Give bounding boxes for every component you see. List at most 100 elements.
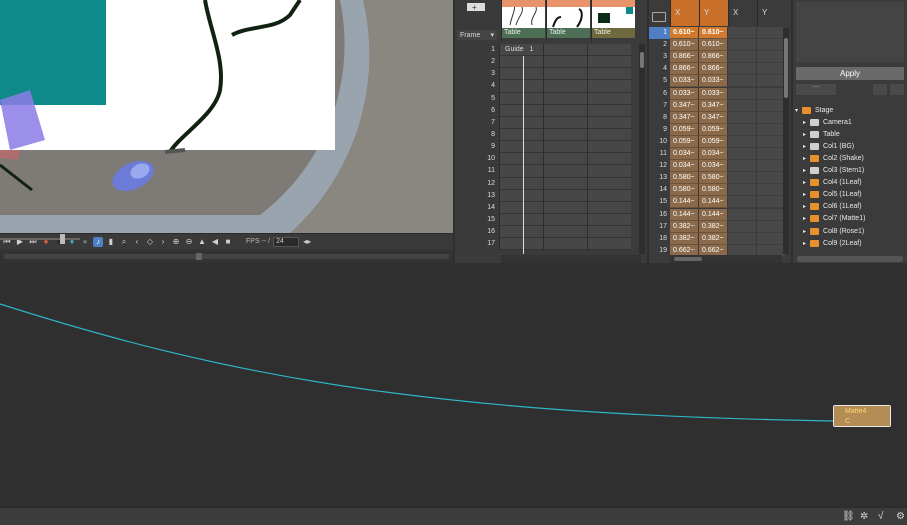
expand-right-icon[interactable]: ▸ <box>803 155 806 162</box>
tree-item[interactable]: ▸ Col8 (Rose1) <box>803 225 864 237</box>
function-row[interactable]: 15 0.144~ 0.144~ <box>649 196 791 209</box>
xsheet-cell[interactable] <box>543 56 587 69</box>
empty-cell[interactable] <box>728 208 757 221</box>
xsheet-column-1[interactable]: Table <box>501 0 545 42</box>
x-value-cell[interactable]: 0.034~ <box>670 148 699 161</box>
viewer-scrollbar[interactable] <box>0 250 453 263</box>
empty-cell[interactable] <box>757 39 786 52</box>
empty-cell[interactable] <box>757 75 786 88</box>
empty-cell[interactable] <box>728 148 757 161</box>
empty-cell[interactable] <box>728 172 757 185</box>
fsheet-vscroll[interactable] <box>783 28 789 254</box>
tree-item[interactable]: ▸ Col3 (Stem1) <box>803 165 864 177</box>
xsheet-cell[interactable] <box>587 92 631 105</box>
frame-row[interactable]: 9 <box>455 141 647 154</box>
frame-row[interactable]: 11 <box>455 165 647 178</box>
expand-right-icon[interactable]: ▸ <box>803 167 806 174</box>
function-row[interactable]: 6 0.033~ 0.033~ <box>649 87 791 100</box>
xsheet-cell[interactable] <box>543 226 587 239</box>
xsheet-cell[interactable] <box>543 141 587 154</box>
xsheet-cell[interactable] <box>543 44 587 57</box>
y-value-cell[interactable]: 0.610~ <box>699 39 728 52</box>
frame-row[interactable]: 17 <box>455 238 647 251</box>
sound-icon[interactable]: ♪ <box>93 236 103 247</box>
frame-row[interactable]: 13 <box>455 189 647 202</box>
xsheet-cell[interactable] <box>543 92 587 105</box>
xsheet-cell[interactable] <box>543 238 587 251</box>
level-meter-icon[interactable]: ▮ <box>106 237 116 247</box>
function-row[interactable]: 7 0.347~ 0.347~ <box>649 99 791 112</box>
stop-icon[interactable]: ■ <box>223 237 233 247</box>
empty-cell[interactable] <box>728 184 757 197</box>
function-row[interactable]: 12 0.034~ 0.034~ <box>649 160 791 173</box>
empty-cell[interactable] <box>728 220 757 233</box>
empty-cell[interactable] <box>757 172 786 185</box>
function-row[interactable]: 5 0.033~ 0.033~ <box>649 75 791 88</box>
tree-hscroll[interactable] <box>797 256 903 262</box>
fps-stepper-icon[interactable]: ◂▸ <box>302 237 312 247</box>
x-value-cell[interactable]: 0.382~ <box>670 232 699 245</box>
empty-cell[interactable] <box>728 123 757 136</box>
viewer-canvas[interactable] <box>0 0 453 233</box>
y-value-cell[interactable]: 0.610~ <box>699 27 728 40</box>
function-column-header[interactable]: X <box>670 0 699 26</box>
tree-item[interactable]: ▸ Col9 (2Leaf) <box>803 237 862 249</box>
y-value-cell[interactable]: 0.033~ <box>699 75 728 88</box>
xsheet-cell[interactable] <box>499 68 543 81</box>
expand-right-icon[interactable]: ▸ <box>803 119 806 126</box>
xsheet-cell[interactable] <box>543 116 587 129</box>
expand-right-icon[interactable]: ▸ <box>803 179 806 186</box>
frame-row[interactable]: 5 <box>455 92 647 105</box>
x-value-cell[interactable]: 0.347~ <box>670 99 699 112</box>
xsheet-column-3[interactable]: Table <box>591 0 635 42</box>
xsheet-hscroll[interactable] <box>501 255 641 263</box>
xsheet-cell[interactable] <box>587 44 631 57</box>
empty-cell[interactable] <box>757 99 786 112</box>
x-value-cell[interactable]: 0.144~ <box>670 208 699 221</box>
function-row[interactable]: 3 0.866~ 0.866~ <box>649 51 791 64</box>
function-row[interactable]: 17 0.382~ 0.382~ <box>649 220 791 233</box>
tree-item[interactable]: ▸ Table <box>803 128 840 140</box>
xsheet-cell[interactable] <box>587 104 631 117</box>
xsheet-cell[interactable] <box>499 177 543 190</box>
expression-field[interactable] <box>796 2 904 62</box>
xsheet-cell[interactable] <box>543 201 587 214</box>
zoom-in-icon[interactable]: ⊕ <box>171 237 181 247</box>
empty-cell[interactable] <box>757 220 786 233</box>
xsheet-cell[interactable] <box>543 104 587 117</box>
fsheet-hscroll[interactable] <box>670 255 782 263</box>
key-icon[interactable]: ◇ <box>145 237 155 247</box>
xsheet-cell[interactable] <box>587 189 631 202</box>
gray-bg-icon[interactable]: ● <box>80 237 90 247</box>
function-column-header[interactable]: X <box>728 0 757 26</box>
empty-cell[interactable] <box>757 123 786 136</box>
tree-item[interactable]: ▸ Col1 (BG) <box>803 140 854 152</box>
xsheet-cell[interactable] <box>587 68 631 81</box>
x-value-cell[interactable]: 0.866~ <box>670 51 699 64</box>
empty-cell[interactable] <box>757 111 786 124</box>
empty-cell[interactable] <box>728 51 757 64</box>
x-value-cell[interactable]: 0.580~ <box>670 172 699 185</box>
settings-icon[interactable]: ⚙ <box>896 511 905 522</box>
xsheet-cell[interactable] <box>499 201 543 214</box>
empty-cell[interactable] <box>757 196 786 209</box>
xsheet-cell[interactable] <box>587 165 631 178</box>
frame-row[interactable]: 12 <box>455 177 647 190</box>
unlink-icon[interactable] <box>890 84 904 95</box>
expand-right-icon[interactable]: ▸ <box>803 143 806 150</box>
function-row[interactable]: 10 0.059~ 0.059~ <box>649 135 791 148</box>
tree-item[interactable]: ▸ Col7 (Matte1) <box>803 213 865 225</box>
frame-row[interactable]: 6 <box>455 104 647 117</box>
expand-down-icon[interactable]: ▾ <box>795 107 798 114</box>
frame-row[interactable]: 2 <box>455 56 647 69</box>
expand-right-icon[interactable]: ▸ <box>803 215 806 222</box>
empty-cell[interactable] <box>757 184 786 197</box>
xsheet-cell[interactable] <box>499 153 543 166</box>
xsheet-cell[interactable] <box>543 80 587 93</box>
x-value-cell[interactable]: 0.059~ <box>670 123 699 136</box>
xsheet-cell[interactable] <box>587 226 631 239</box>
y-value-cell[interactable]: 0.347~ <box>699 111 728 124</box>
xsheet-cell[interactable] <box>499 189 543 202</box>
y-value-cell[interactable]: 0.059~ <box>699 135 728 148</box>
function-row[interactable]: 1 0.610~ 0.610~ <box>649 27 791 40</box>
